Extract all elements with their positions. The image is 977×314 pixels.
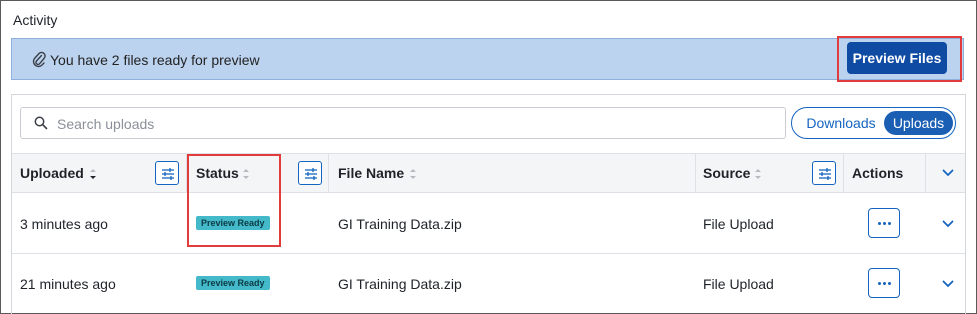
sort-desc-icon[interactable] bbox=[89, 168, 97, 180]
preview-banner: You have 2 files ready for preview bbox=[11, 38, 964, 80]
source-filter-button[interactable] bbox=[812, 161, 836, 185]
column-header-uploaded[interactable]: Uploaded bbox=[20, 165, 84, 181]
uploaded-filter-button[interactable] bbox=[155, 161, 179, 185]
row-divider bbox=[12, 253, 965, 254]
column-header-source[interactable]: Source bbox=[703, 165, 750, 181]
toggle-downloads[interactable]: Downloads bbox=[798, 111, 884, 135]
row-2-status-badge: Preview Ready bbox=[196, 276, 270, 290]
filter-icon bbox=[819, 168, 831, 180]
more-icon bbox=[878, 282, 881, 285]
expand-all-chevron-down-icon[interactable] bbox=[942, 169, 954, 177]
filter-icon bbox=[162, 168, 174, 180]
preview-banner-message: You have 2 files ready for preview bbox=[50, 52, 260, 68]
row-2-expand-chevron-down-icon[interactable] bbox=[942, 280, 954, 288]
status-filter-button[interactable] bbox=[298, 161, 322, 185]
row-2-file-name: GI Training Data.zip bbox=[338, 276, 462, 292]
search-input[interactable] bbox=[57, 112, 757, 136]
activity-title: Activity bbox=[13, 12, 58, 28]
row-1-more-actions-button[interactable] bbox=[868, 208, 900, 238]
search-icon bbox=[34, 116, 48, 130]
column-divider bbox=[925, 153, 926, 193]
column-header-file-name[interactable]: File Name bbox=[338, 165, 404, 181]
column-divider bbox=[695, 153, 696, 193]
column-divider bbox=[328, 153, 329, 193]
toggle-uploads[interactable]: Uploads bbox=[884, 111, 953, 135]
downloads-uploads-toggle: Downloads Uploads bbox=[791, 107, 956, 139]
column-divider bbox=[843, 153, 844, 193]
sort-icon[interactable] bbox=[754, 168, 762, 180]
row-2-more-actions-button[interactable] bbox=[868, 268, 900, 298]
row-1-file-name: GI Training Data.zip bbox=[338, 216, 462, 232]
row-1-source: File Upload bbox=[703, 216, 774, 232]
row-1-expand-chevron-down-icon[interactable] bbox=[942, 220, 954, 228]
filter-icon bbox=[305, 168, 317, 180]
more-icon bbox=[878, 222, 881, 225]
status-column-highlight bbox=[187, 154, 281, 247]
paperclip-icon bbox=[32, 51, 46, 68]
sort-icon[interactable] bbox=[409, 168, 417, 180]
row-1-uploaded: 3 minutes ago bbox=[20, 216, 108, 232]
search-box bbox=[20, 107, 786, 139]
column-header-actions: Actions bbox=[852, 165, 904, 181]
row-2-uploaded: 21 minutes ago bbox=[20, 276, 116, 292]
preview-files-button[interactable]: Preview Files bbox=[847, 42, 947, 74]
row-2-source: File Upload bbox=[703, 276, 774, 292]
